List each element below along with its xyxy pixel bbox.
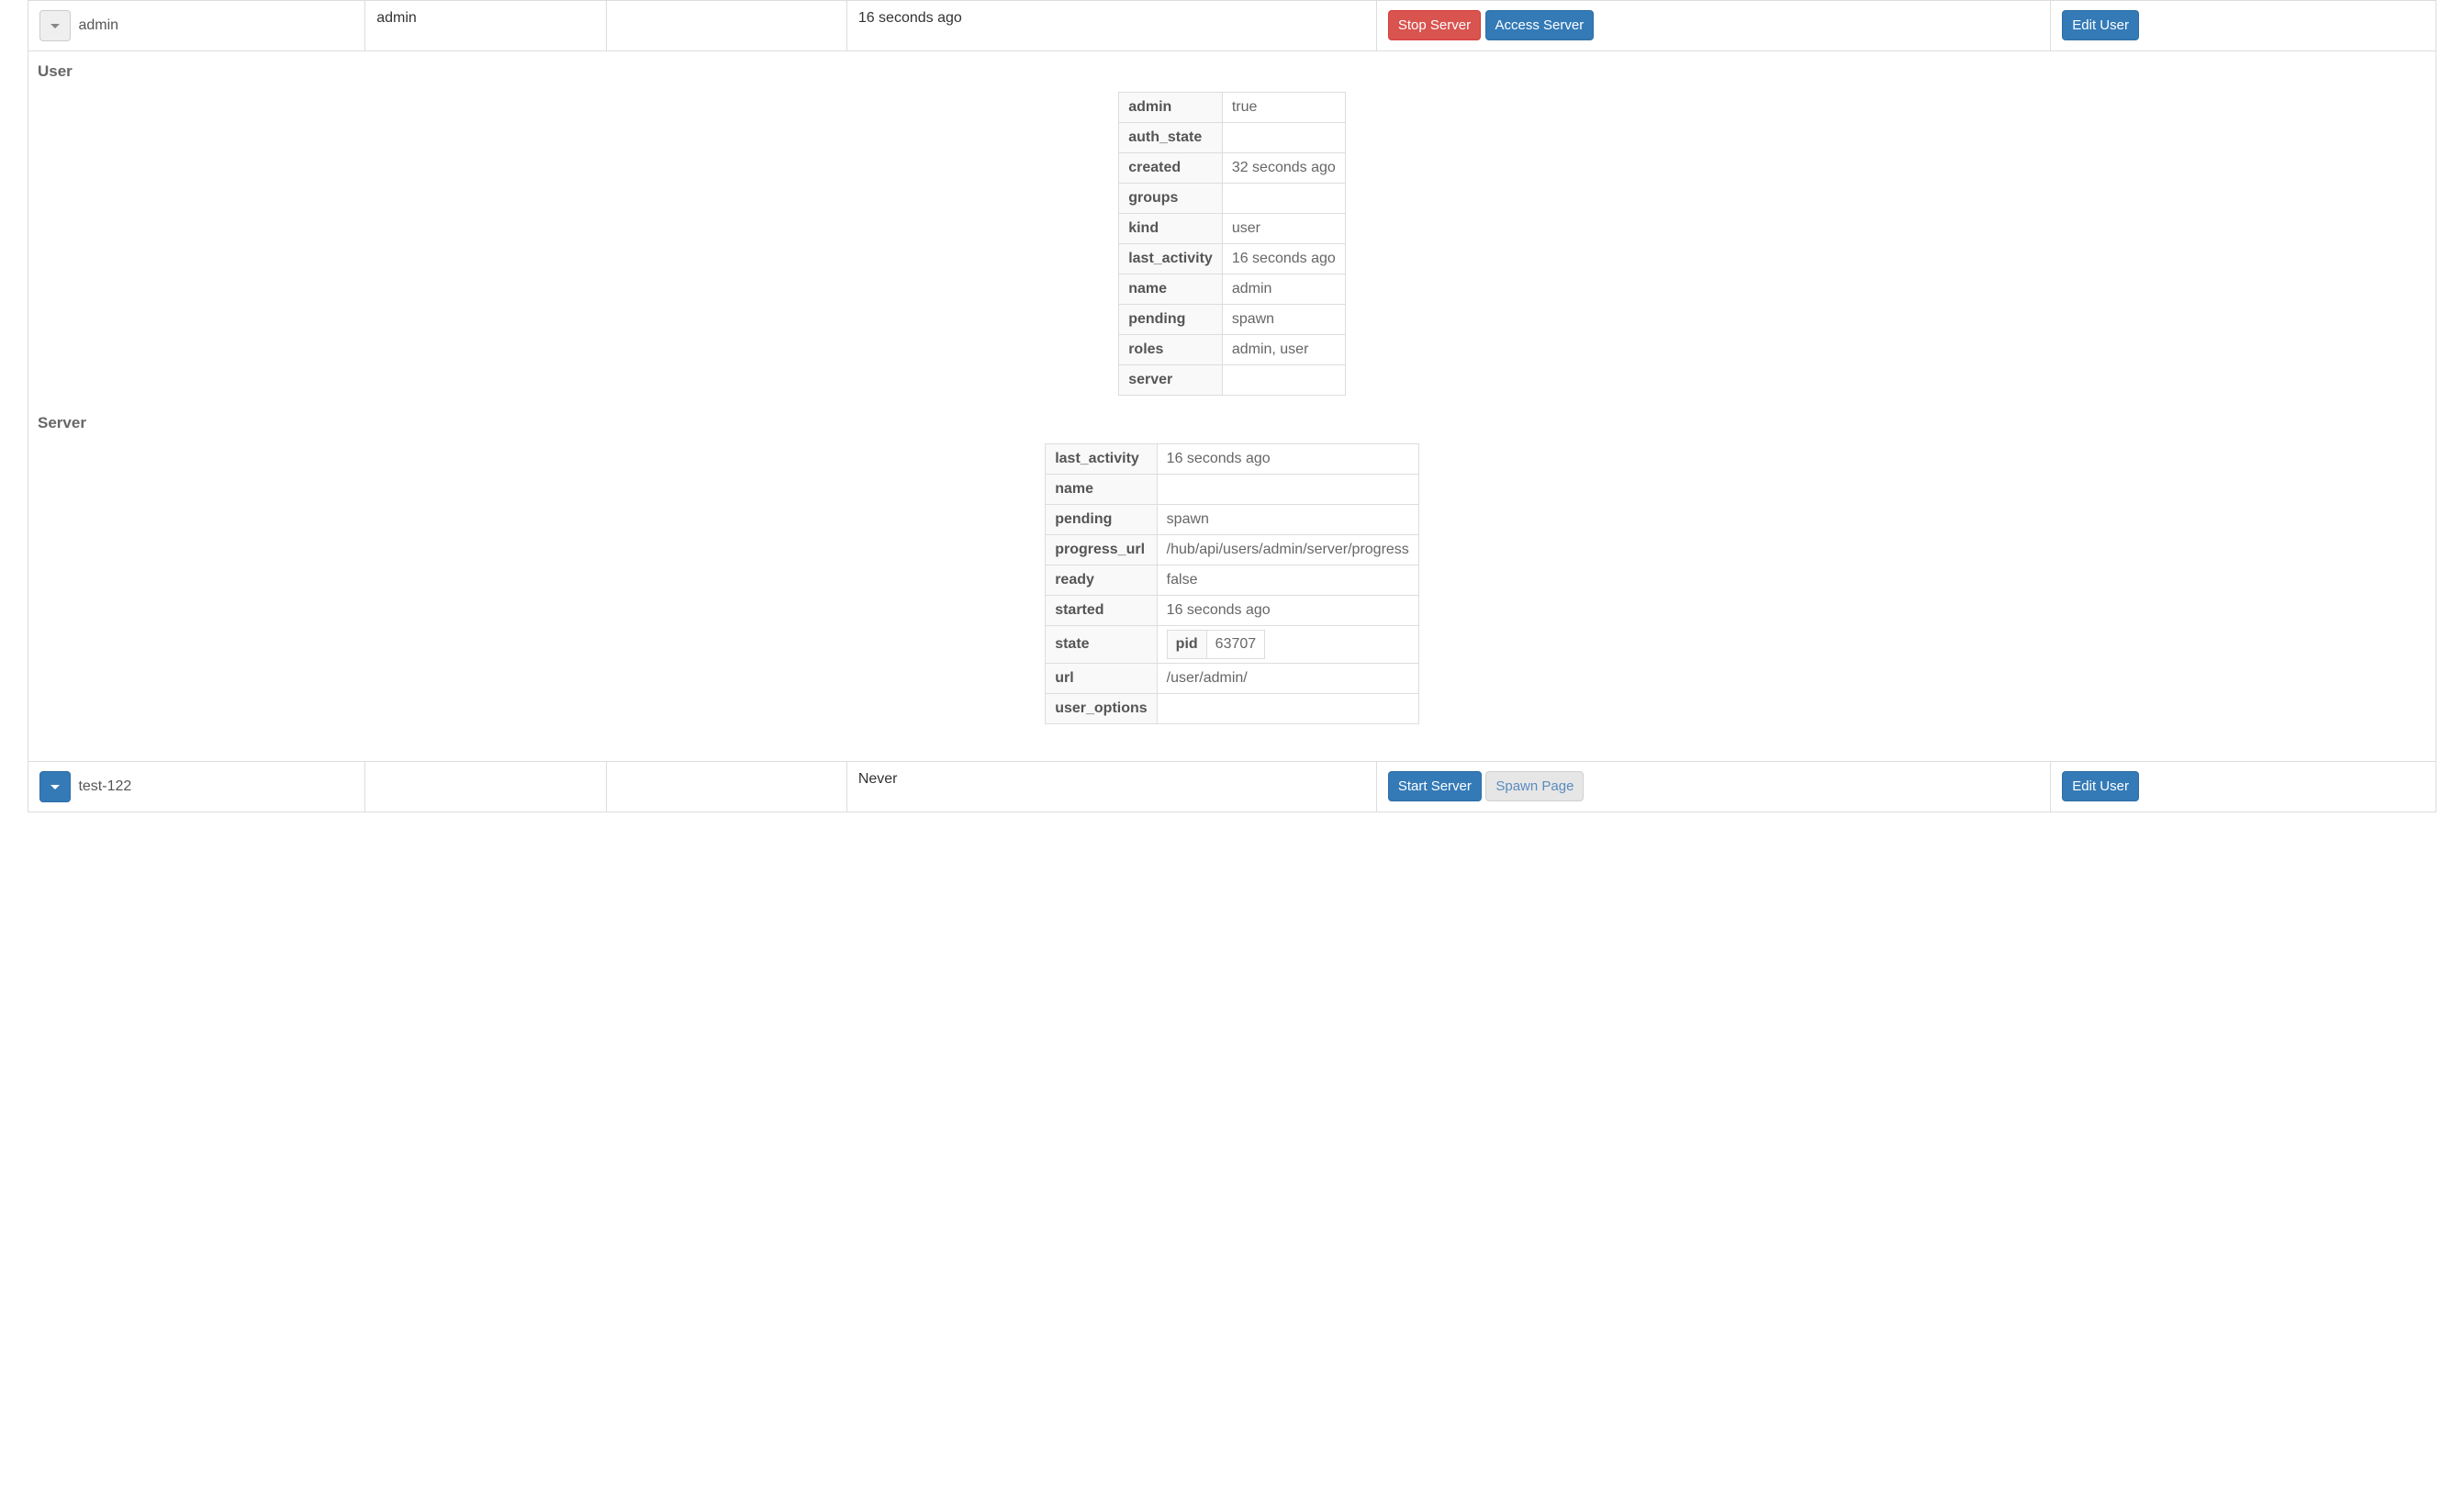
empty-cell bbox=[606, 1, 846, 51]
admin-cell: admin bbox=[365, 1, 606, 51]
server-val-pending: spawn bbox=[1157, 505, 1418, 535]
server-val-user-options bbox=[1157, 694, 1418, 724]
state-pid-val: 63707 bbox=[1206, 631, 1265, 659]
server-key-started: started bbox=[1046, 596, 1157, 626]
server-key-name: name bbox=[1046, 475, 1157, 505]
stop-server-button[interactable]: Stop Server bbox=[1388, 10, 1481, 40]
user-val-kind: user bbox=[1222, 214, 1345, 244]
access-server-button[interactable]: Access Server bbox=[1485, 10, 1595, 40]
last-activity-cell: Never bbox=[846, 762, 1376, 812]
server-key-progress-url: progress_url bbox=[1046, 535, 1157, 565]
server-key-last-activity: last_activity bbox=[1046, 444, 1157, 475]
expand-toggle-admin[interactable] bbox=[39, 10, 71, 41]
chevron-down-icon bbox=[50, 24, 60, 28]
user-key-created: created bbox=[1119, 153, 1223, 184]
user-key-groups: groups bbox=[1119, 184, 1223, 214]
users-table: admin admin 16 seconds ago Stop Server A… bbox=[28, 0, 2436, 812]
user-key-kind: kind bbox=[1119, 214, 1223, 244]
server-val-last-activity: 16 seconds ago bbox=[1157, 444, 1418, 475]
user-row-test-122: test-122 Never Start Server Spawn Page E… bbox=[28, 762, 2436, 812]
last-activity-cell: 16 seconds ago bbox=[846, 1, 1376, 51]
edit-user-button[interactable]: Edit User bbox=[2062, 10, 2139, 40]
user-details-admin: User admintrue auth_state created32 seco… bbox=[28, 51, 2436, 762]
server-key-user-options: user_options bbox=[1046, 694, 1157, 724]
user-key-roles: roles bbox=[1119, 335, 1223, 365]
server-key-ready: ready bbox=[1046, 565, 1157, 596]
server-key-url: url bbox=[1046, 664, 1157, 694]
server-val-ready: false bbox=[1157, 565, 1418, 596]
user-details-table: admintrue auth_state created32 seconds a… bbox=[1118, 92, 1346, 396]
server-key-state: state bbox=[1046, 626, 1157, 664]
user-key-pending: pending bbox=[1119, 305, 1223, 335]
spawn-page-button[interactable]: Spawn Page bbox=[1485, 771, 1584, 801]
user-val-server bbox=[1222, 365, 1345, 396]
user-val-name: admin bbox=[1222, 274, 1345, 305]
server-val-progress-url: /hub/api/users/admin/server/progress bbox=[1157, 535, 1418, 565]
server-val-started: 16 seconds ago bbox=[1157, 596, 1418, 626]
admin-cell bbox=[365, 762, 606, 812]
edit-user-button[interactable]: Edit User bbox=[2062, 771, 2139, 801]
user-key-admin: admin bbox=[1119, 93, 1223, 123]
state-inner-table: pid 63707 bbox=[1167, 630, 1266, 659]
user-key-server: server bbox=[1119, 365, 1223, 396]
server-section-title: Server bbox=[38, 414, 2426, 432]
server-val-name bbox=[1157, 475, 1418, 505]
user-key-last-activity: last_activity bbox=[1119, 244, 1223, 274]
user-val-last-activity: 16 seconds ago bbox=[1222, 244, 1345, 274]
user-key-auth-state: auth_state bbox=[1119, 123, 1223, 153]
server-val-url: /user/admin/ bbox=[1157, 664, 1418, 694]
server-key-pending: pending bbox=[1046, 505, 1157, 535]
chevron-down-icon bbox=[50, 785, 60, 789]
user-val-groups bbox=[1222, 184, 1345, 214]
server-val-state: pid 63707 bbox=[1157, 626, 1418, 664]
user-val-auth-state bbox=[1222, 123, 1345, 153]
username-cell: admin bbox=[78, 17, 118, 33]
user-val-created: 32 seconds ago bbox=[1222, 153, 1345, 184]
expand-toggle-test-122[interactable] bbox=[39, 771, 71, 802]
server-details-table: last_activity16 seconds ago name pending… bbox=[1045, 443, 1419, 724]
start-server-button[interactable]: Start Server bbox=[1388, 771, 1482, 801]
user-val-roles: admin, user bbox=[1222, 335, 1345, 365]
user-val-pending: spawn bbox=[1222, 305, 1345, 335]
empty-cell bbox=[606, 762, 846, 812]
user-row-admin: admin admin 16 seconds ago Stop Server A… bbox=[28, 1, 2436, 51]
user-section-title: User bbox=[38, 62, 2426, 81]
user-key-name: name bbox=[1119, 274, 1223, 305]
user-val-admin: true bbox=[1222, 93, 1345, 123]
state-pid-key: pid bbox=[1167, 631, 1206, 659]
username-cell: test-122 bbox=[78, 778, 131, 794]
